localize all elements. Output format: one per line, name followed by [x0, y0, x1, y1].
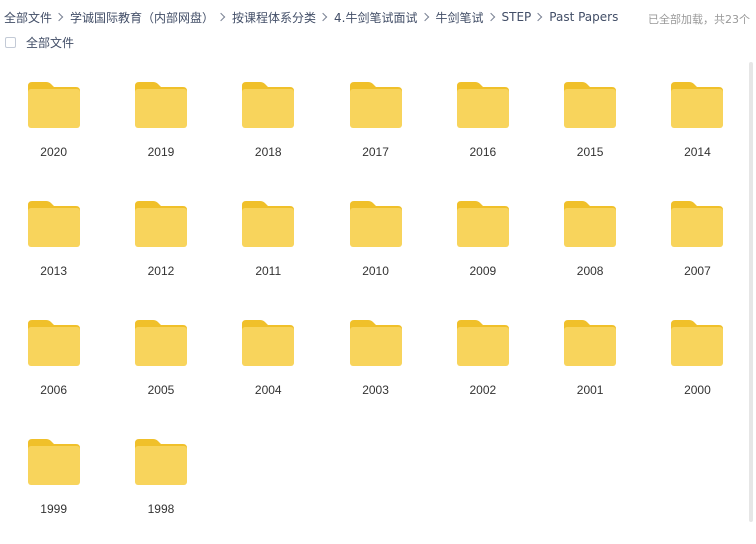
folder-icon [671, 82, 724, 128]
folder-icon [456, 320, 509, 366]
folder-item[interactable]: 2005 [107, 306, 214, 425]
folder-item[interactable]: 2003 [322, 306, 429, 425]
breadcrumb: 全部文件 学诚国际教育（内部网盘） 按课程体系分类 4.牛剑笔试面试 牛剑笔试 … [0, 0, 756, 34]
folder-item[interactable]: 1999 [0, 425, 107, 544]
chevron-right-icon [534, 12, 543, 22]
chevron-right-icon [54, 12, 64, 22]
folder-icon [564, 82, 617, 128]
folder-item[interactable]: 2016 [429, 68, 536, 187]
folder-icon [242, 201, 295, 247]
folder-icon [134, 82, 187, 128]
folder-grid: 2020 2019 2018 2017 2016 2015 2014 2013 2012 2011… [0, 68, 750, 544]
folder-icon [349, 82, 402, 128]
folder-name: 2009 [469, 264, 497, 278]
folder-icon [242, 320, 295, 366]
chevron-right-icon [216, 12, 226, 22]
folder-item[interactable]: 2007 [644, 187, 751, 306]
breadcrumb-item-oxbridge[interactable]: 4.牛剑笔试面试 [334, 9, 417, 26]
folder-name: 2016 [469, 145, 497, 159]
folder-name: 2006 [40, 383, 67, 397]
chevron-right-icon [420, 12, 429, 22]
breadcrumb-item-past-papers: Past Papers [549, 10, 619, 24]
folder-icon [134, 201, 187, 247]
select-all-checkbox[interactable] [5, 36, 16, 48]
folder-item[interactable]: 2017 [322, 68, 429, 187]
folder-item[interactable]: 2020 [0, 68, 107, 187]
folder-name: 2010 [362, 264, 389, 278]
folder-name: 2002 [469, 383, 497, 397]
folder-name: 2008 [576, 264, 604, 278]
folder-name: 2013 [40, 264, 67, 278]
folder-item[interactable]: 1998 [107, 425, 214, 544]
folder-icon [27, 82, 80, 128]
chevron-right-icon [318, 12, 328, 22]
chevron-right-icon [486, 12, 495, 22]
folder-icon [671, 320, 724, 366]
folder-name: 2014 [684, 145, 711, 159]
folder-name: 2000 [684, 383, 711, 397]
folder-item[interactable]: 2019 [107, 68, 214, 187]
folder-name: 2003 [362, 383, 389, 397]
folder-icon [27, 201, 80, 247]
folder-icon [242, 82, 295, 128]
folder-name: 2017 [362, 145, 389, 159]
folder-item[interactable]: 2011 [215, 187, 322, 306]
folder-icon [134, 320, 187, 366]
folder-name: 2001 [576, 383, 604, 397]
folder-name: 2020 [40, 145, 67, 159]
folder-item[interactable]: 2008 [536, 187, 643, 306]
breadcrumb-item-course-system[interactable]: 按课程体系分类 [232, 9, 316, 26]
folder-icon [671, 201, 724, 247]
folder-name: 2019 [147, 145, 175, 159]
folder-icon [564, 201, 617, 247]
folder-item[interactable]: 2015 [536, 68, 643, 187]
folder-item[interactable]: 2013 [0, 187, 107, 306]
folder-icon [27, 439, 80, 485]
load-status: 已全部加载，共23个 [648, 13, 750, 26]
folder-name: 2018 [254, 145, 282, 159]
folder-item[interactable]: 2001 [536, 306, 643, 425]
folder-name: 2004 [254, 383, 282, 397]
breadcrumb-item-step[interactable]: STEP [502, 10, 532, 24]
breadcrumb-item-xuecheng[interactable]: 学诚国际教育（内部网盘） [70, 9, 214, 26]
select-all-bar: 全部文件 [0, 32, 756, 52]
select-all-label: 全部文件 [26, 35, 75, 50]
folder-icon [349, 320, 402, 366]
folder-name: 1999 [40, 502, 67, 516]
folder-item[interactable]: 2006 [0, 306, 107, 425]
folder-item[interactable]: 2000 [644, 306, 751, 425]
folder-icon [27, 320, 80, 366]
folder-item[interactable]: 2004 [215, 306, 322, 425]
breadcrumb-item-written-test[interactable]: 牛剑笔试 [436, 9, 484, 26]
folder-item[interactable]: 2010 [322, 187, 429, 306]
folder-item[interactable]: 2018 [215, 68, 322, 187]
folder-item[interactable]: 2002 [429, 306, 536, 425]
folder-name: 2015 [576, 145, 604, 159]
folder-item[interactable]: 2009 [429, 187, 536, 306]
folder-item[interactable]: 2014 [644, 68, 751, 187]
folder-name: 2011 [255, 264, 282, 278]
folder-icon [456, 82, 509, 128]
breadcrumb-item-all-files[interactable]: 全部文件 [4, 9, 52, 26]
folder-name: 2012 [147, 264, 175, 278]
folder-name: 2005 [147, 383, 175, 397]
folder-name: 1998 [147, 502, 175, 516]
folder-icon [349, 201, 402, 247]
folder-icon [456, 201, 509, 247]
folder-item[interactable]: 2012 [107, 187, 214, 306]
folder-icon [134, 439, 187, 485]
folder-icon [564, 320, 617, 366]
folder-name: 2007 [684, 264, 711, 278]
